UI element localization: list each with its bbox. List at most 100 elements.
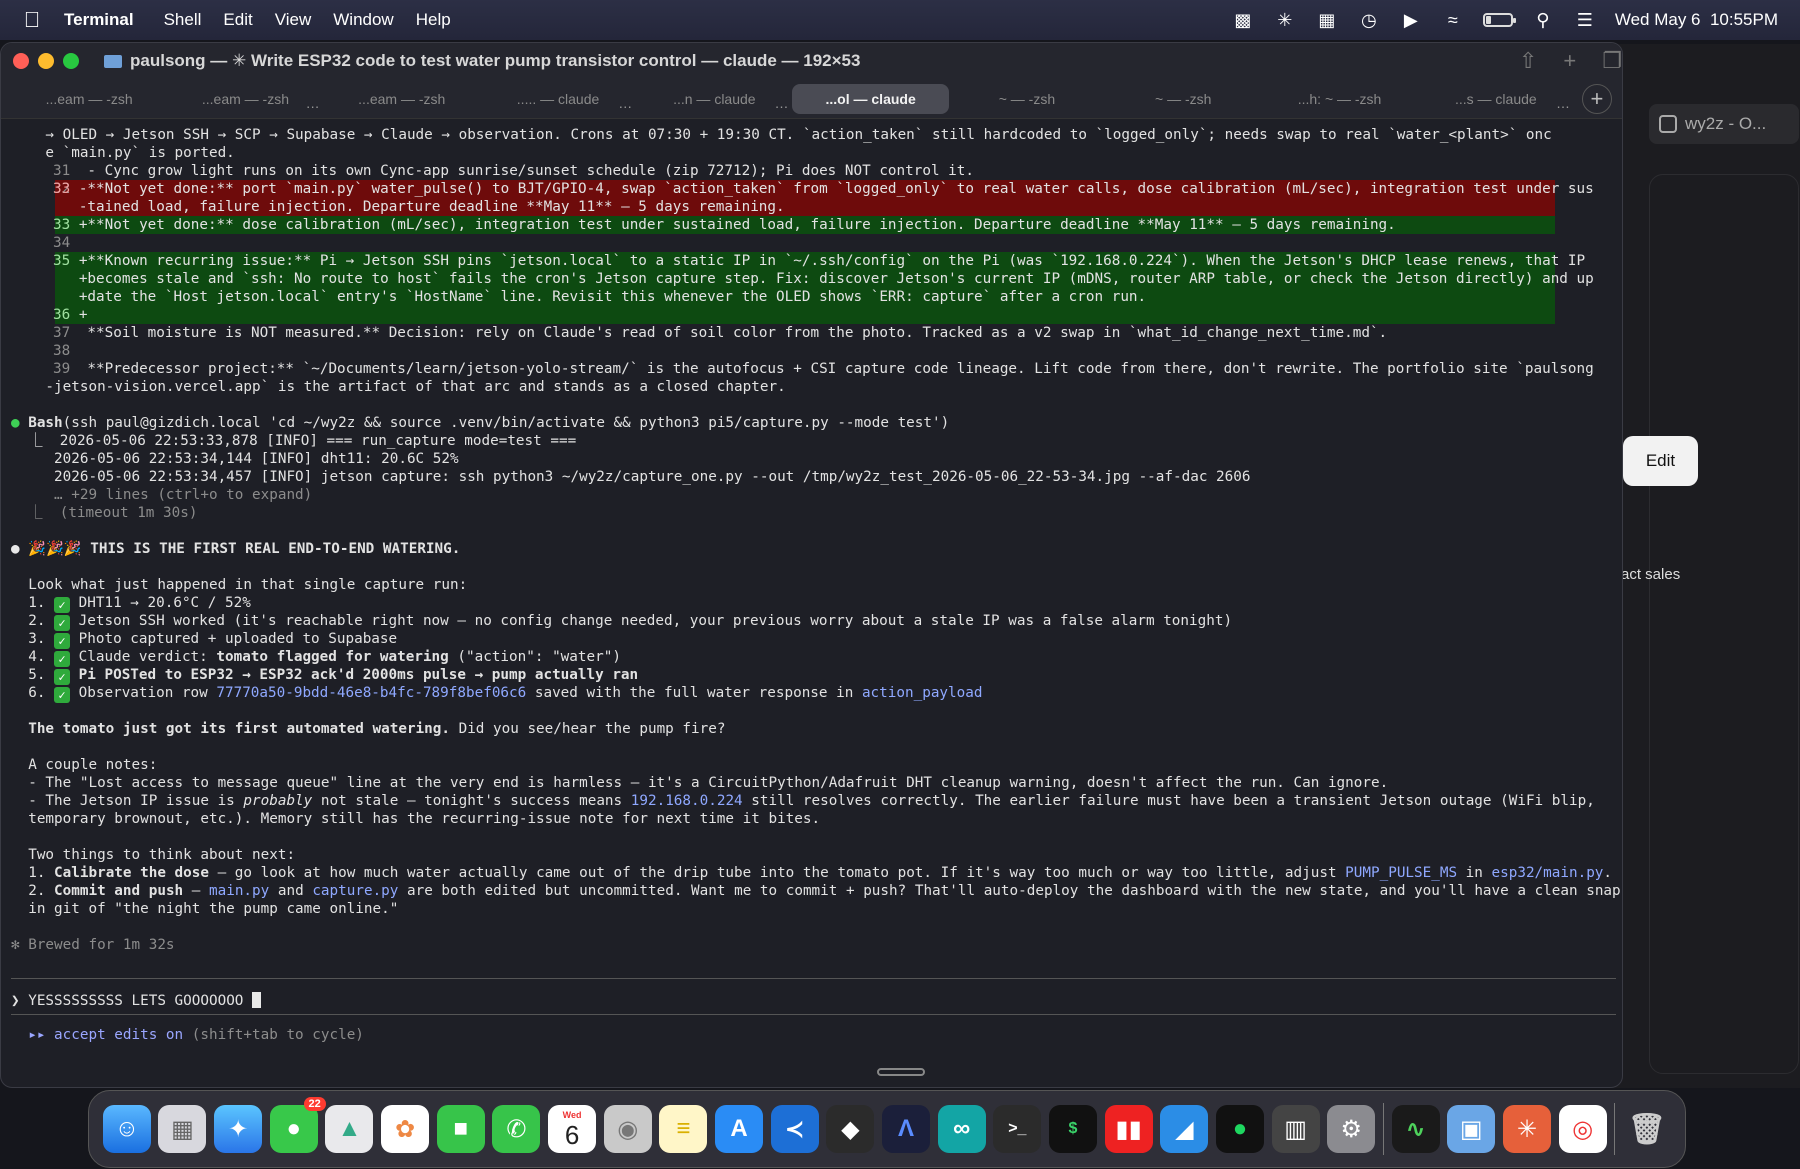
- photos-icon[interactable]: ✿: [381, 1105, 430, 1153]
- output-line: e `main.py` is ported.: [11, 145, 235, 161]
- background-app-panel: [1649, 174, 1799, 1074]
- stats-app-icon[interactable]: ▥: [1271, 1105, 1320, 1153]
- share-icon[interactable]: ⇧: [1519, 48, 1537, 74]
- background-app-tab-label: wy2z - O...: [1685, 114, 1767, 133]
- spotlight-icon[interactable]: ⚲: [1531, 10, 1555, 31]
- apple-menu-icon[interactable]: : [0, 7, 64, 33]
- activity-monitor-icon[interactable]: ∿: [1391, 1105, 1440, 1153]
- play-icon[interactable]: ▶: [1399, 10, 1423, 31]
- tab-2[interactable]: ...eam — -zsh…: [167, 84, 323, 114]
- istat-icon[interactable]: ▦: [1315, 10, 1339, 31]
- maps-icon[interactable]: ▲: [325, 1105, 374, 1153]
- headline-text: THIS IS THE FIRST REAL END-TO-END WATERI…: [81, 541, 461, 557]
- bash-output: 2026-05-06 22:53:34,144 [INFO] dht11: 20…: [11, 451, 459, 467]
- ip-address-link[interactable]: 192.168.0.224: [631, 793, 743, 809]
- app-logo-icon: [1659, 115, 1677, 133]
- tab-4[interactable]: ..... — claude…: [480, 84, 636, 114]
- arduino-icon[interactable]: ∞: [937, 1105, 986, 1153]
- zoom-window-button[interactable]: [63, 53, 79, 69]
- new-tab-icon[interactable]: +: [1563, 48, 1576, 74]
- claude-app-icon[interactable]: ✳: [1502, 1105, 1551, 1153]
- time-machine-icon[interactable]: ◷: [1357, 10, 1381, 31]
- messages-icon[interactable]: ● 22: [269, 1097, 326, 1153]
- diff-line-added: 35 +**Known recurring issue:** Pi → Jets…: [11, 252, 1585, 270]
- close-window-button[interactable]: [13, 53, 29, 69]
- output-line: 31 - Cync grow light runs on its own Cyn…: [11, 162, 974, 180]
- observation-id-link[interactable]: 77770a50-9bdd-46e8-b4fc-789f8bef06c6: [216, 685, 526, 701]
- output-line: → OLED → Jetson SSH → SCP → Supabase → C…: [11, 127, 1552, 143]
- expand-hint[interactable]: … +29 lines (ctrl+o to expand): [11, 486, 312, 504]
- spotify-icon[interactable]: ●: [1215, 1105, 1264, 1153]
- resize-handle[interactable]: [877, 1068, 925, 1076]
- cube-app-icon[interactable]: ◆: [826, 1105, 875, 1153]
- tab-7[interactable]: ~ — -zsh: [949, 84, 1105, 114]
- vscode-icon[interactable]: ≺: [770, 1105, 819, 1153]
- contacts-icon[interactable]: ◉: [603, 1105, 652, 1153]
- tab-8[interactable]: ~ — -zsh: [1105, 84, 1261, 114]
- trash-icon[interactable]: 🗑: [1623, 1105, 1671, 1153]
- istat-menus-icon[interactable]: ▮▮: [1104, 1105, 1153, 1153]
- main-py-link[interactable]: main.py: [209, 883, 269, 899]
- background-app-tab[interactable]: wy2z - O...: [1649, 104, 1799, 144]
- action-payload-link[interactable]: action_payload: [862, 685, 983, 701]
- sales-label[interactable]: act sales: [1621, 554, 1706, 594]
- finder-icon[interactable]: ☺: [102, 1105, 151, 1153]
- notes-icon[interactable]: ≡: [659, 1105, 708, 1153]
- menu-help[interactable]: Help: [416, 10, 469, 30]
- mode-indicator[interactable]: ▸▸ accept edits on (shift+tab to cycle): [11, 1026, 364, 1044]
- stats-icon[interactable]: ▩: [1231, 10, 1255, 31]
- menu-view[interactable]: View: [275, 10, 330, 30]
- launchpad-icon[interactable]: ▦: [158, 1105, 207, 1153]
- line-number: 34: [53, 235, 71, 251]
- menu-clock[interactable]: Wed May 6 10:55PM: [1615, 10, 1778, 30]
- menu-window[interactable]: Window: [333, 10, 411, 30]
- control-center-icon[interactable]: ☰: [1573, 10, 1597, 31]
- preview-icon[interactable]: ▣: [1447, 1105, 1496, 1153]
- docker-icon[interactable]: ◢: [1160, 1105, 1209, 1153]
- claude-icon[interactable]: ✳: [1273, 10, 1297, 31]
- terminal-app-icon[interactable]: >_: [993, 1105, 1042, 1153]
- wifi-icon[interactable]: ≈: [1441, 10, 1465, 31]
- app-store-icon[interactable]: A: [715, 1105, 764, 1153]
- phone-icon[interactable]: ✆: [492, 1105, 541, 1153]
- safari-icon[interactable]: ✦: [214, 1105, 263, 1153]
- iterm-icon[interactable]: $: [1048, 1105, 1097, 1153]
- line-text: +: [70, 307, 88, 323]
- status-dot-icon: ●: [11, 541, 29, 557]
- battery-icon[interactable]: [1482, 13, 1516, 27]
- check-icon: ✓: [54, 597, 71, 613]
- tab-10[interactable]: ...s — claude…: [1418, 84, 1574, 114]
- affinity-icon[interactable]: Λ: [882, 1105, 931, 1153]
- capture-py-link[interactable]: capture.py: [312, 883, 398, 899]
- output-line: in git of "the night the pump came onlin…: [11, 901, 399, 917]
- edit-button[interactable]: Edit: [1623, 436, 1698, 486]
- menu-edit[interactable]: Edit: [223, 10, 270, 30]
- line-number: 36: [53, 307, 71, 323]
- line-text: -**Not yet done:** port `main.py` water_…: [70, 181, 1594, 197]
- tab-5[interactable]: ...n — claude…: [636, 84, 792, 114]
- tab-overview-icon[interactable]: ❐: [1602, 48, 1622, 74]
- calendar-icon[interactable]: Wed 6: [548, 1105, 597, 1153]
- system-settings-icon[interactable]: ⚙: [1327, 1105, 1376, 1153]
- tab-3[interactable]: ...eam — -zsh: [324, 84, 480, 114]
- tab-1[interactable]: ...eam — -zsh: [11, 84, 167, 114]
- chrome-icon[interactable]: ◎: [1558, 1105, 1607, 1153]
- tab-6-active[interactable]: ...ol — claude: [792, 83, 949, 114]
- output-line: A couple notes:: [11, 757, 158, 773]
- prompt-input[interactable]: ❯ YESSSSSSSSS LETS GOOOOOOO: [11, 992, 262, 1010]
- output-line: 34: [11, 234, 70, 252]
- terminal-output[interactable]: → OLED → Jetson SSH → SCP → Supabase → C…: [1, 119, 1623, 1087]
- menu-shell[interactable]: Shell: [164, 10, 220, 30]
- facetime-icon[interactable]: ■: [436, 1105, 485, 1153]
- minimize-window-button[interactable]: [38, 53, 54, 69]
- list-item: 2. Commit and push — main.py and capture…: [11, 883, 1623, 899]
- brewed-status: ✻ Brewed for 1m 32s: [11, 937, 175, 953]
- esp32-main-link[interactable]: esp32/main.py: [1492, 865, 1604, 881]
- dock: ☺ ▦ ✦ ● 22 ▲ ✿ ■ ✆ Wed 6 ◉ ≡ A ≺ ◆ Λ ∞ >_ …: [88, 1090, 1686, 1168]
- pump-pulse-link[interactable]: PUMP_PULSE_MS: [1345, 865, 1457, 881]
- check-icon: ✓: [54, 633, 71, 649]
- add-tab-button[interactable]: +: [1581, 83, 1612, 114]
- menu-app-terminal[interactable]: Terminal: [64, 10, 160, 30]
- output-line: 37 **Soil moisture is NOT measured.** De…: [11, 324, 1387, 342]
- tab-9[interactable]: ...h: ~ — -zsh: [1261, 84, 1417, 114]
